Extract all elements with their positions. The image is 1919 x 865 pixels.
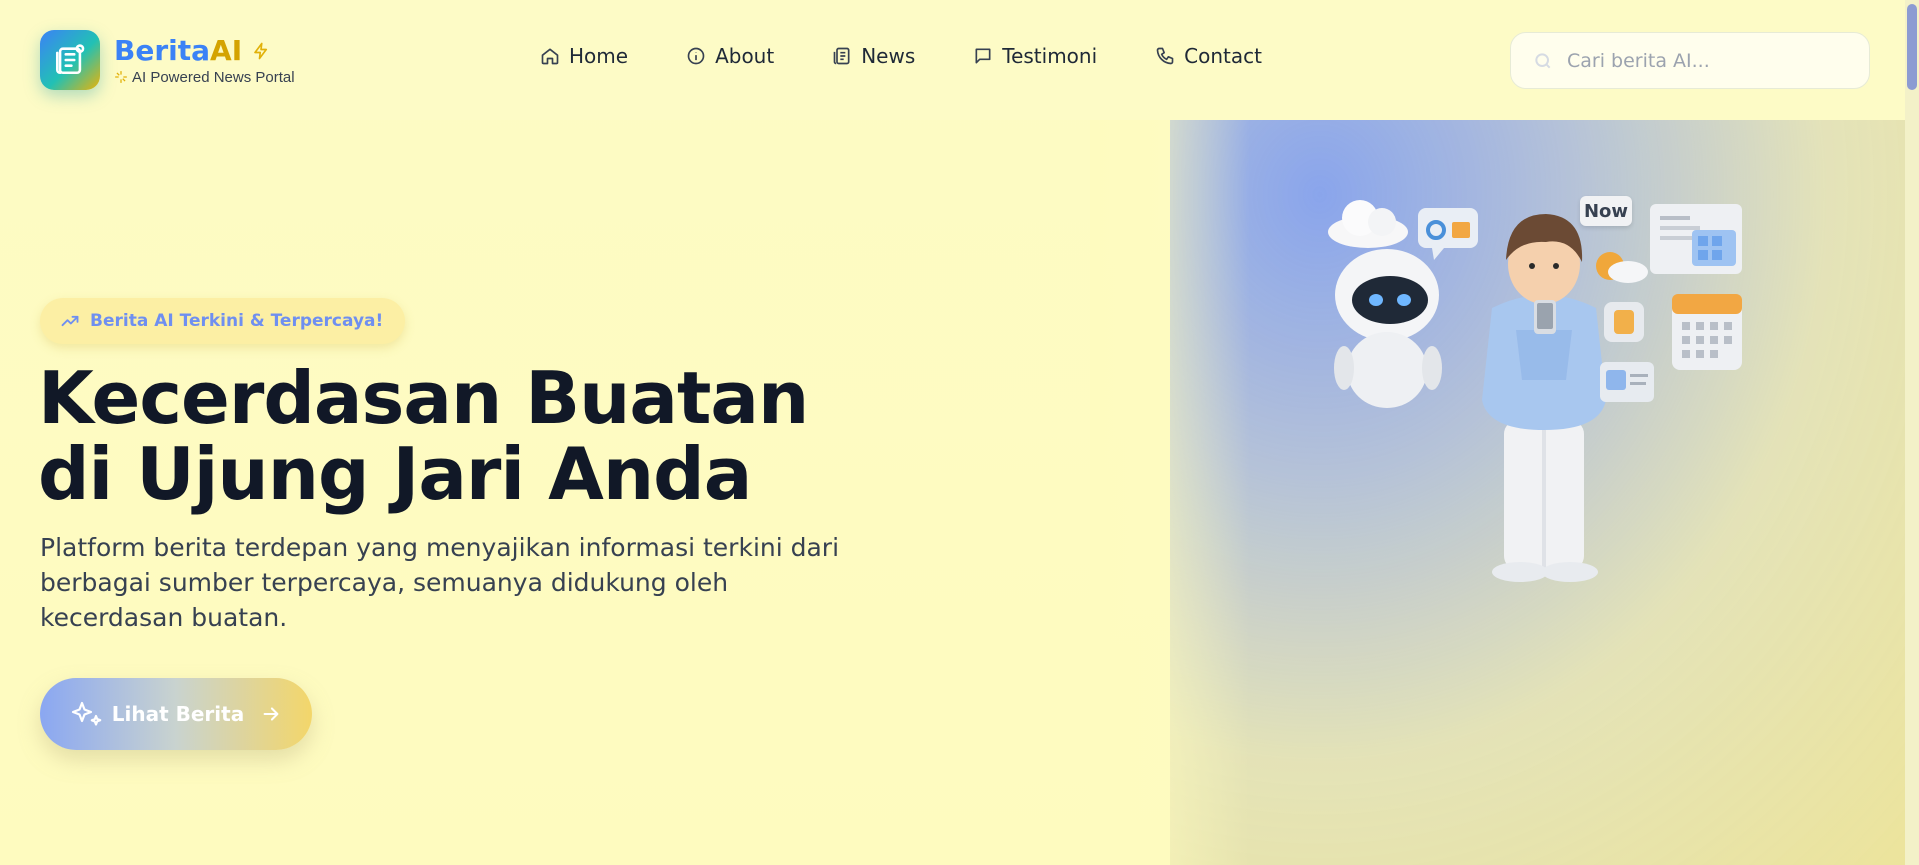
calendar-icon bbox=[1672, 294, 1742, 370]
brand-name: Berita AI bbox=[114, 33, 295, 67]
nav-item-news[interactable]: News bbox=[832, 44, 915, 68]
nav-item-testimoni[interactable]: Testimoni bbox=[973, 44, 1097, 68]
home-icon bbox=[541, 48, 559, 65]
nav-item-home[interactable]: Home bbox=[540, 44, 628, 68]
brand-tagline: AI Powered News Portal bbox=[114, 69, 295, 86]
chat-bubble-icon bbox=[1418, 208, 1478, 260]
header: Berita AI AI Powered News Portal Home Ab… bbox=[0, 0, 1905, 120]
scrollbar-thumb[interactable] bbox=[1907, 4, 1917, 90]
hero-description: Platform berita terdepan yang menyajikan… bbox=[40, 533, 840, 632]
main-nav: Home About News Testimoni Contact bbox=[540, 44, 1320, 68]
sparkle-icon bbox=[114, 70, 128, 84]
jar-icon bbox=[1604, 302, 1644, 342]
hero-illustration-fade bbox=[1090, 120, 1250, 865]
message-icon bbox=[975, 48, 991, 64]
nav-item-contact[interactable]: Contact bbox=[1155, 44, 1262, 68]
trending-up-icon bbox=[61, 315, 79, 327]
lightning-icon bbox=[252, 41, 270, 61]
nav-item-testimoni-label: Testimoni bbox=[1002, 44, 1098, 68]
now-tag: Now bbox=[1580, 196, 1632, 226]
brand-name-part1: Berita bbox=[114, 33, 211, 67]
nav-item-contact-label: Contact bbox=[1184, 44, 1262, 68]
search-box bbox=[1510, 32, 1870, 89]
view-news-button-label: Lihat Berita bbox=[111, 702, 245, 726]
nav-item-about-label: About bbox=[715, 44, 775, 68]
hero-title-line2: di Ujung Jari Anda bbox=[38, 432, 752, 516]
hero-badge: Berita AI Terkini & Terpercaya! bbox=[40, 298, 406, 344]
nav-item-home-label: Home bbox=[569, 44, 629, 68]
page: Now Berita AI AI Powered News Portal Hom… bbox=[0, 0, 1919, 865]
newspaper-icon bbox=[833, 47, 850, 65]
brand-name-part2: AI bbox=[210, 33, 243, 67]
weather-icon bbox=[1596, 252, 1648, 283]
hero-illustration bbox=[1328, 200, 1742, 582]
brand-logo[interactable]: Berita AI AI Powered News Portal bbox=[40, 30, 295, 90]
robot-icon bbox=[1334, 249, 1442, 408]
hero-badge-label: Berita AI Terkini & Terpercaya! bbox=[90, 311, 384, 331]
info-icon bbox=[687, 47, 705, 65]
id-card-icon bbox=[1600, 362, 1654, 402]
cloud-icon bbox=[1328, 200, 1408, 248]
person-icon bbox=[1482, 214, 1606, 582]
view-news-button[interactable]: Lihat Berita bbox=[40, 678, 312, 750]
brand-tagline-text: AI Powered News Portal bbox=[132, 68, 295, 86]
search-icon bbox=[1535, 52, 1551, 68]
search-input[interactable] bbox=[1567, 49, 1847, 72]
hero-title: Kecerdasan Buatan di Ujung Jari Anda bbox=[38, 360, 938, 512]
phone-icon bbox=[1156, 47, 1174, 65]
nav-item-news-label: News bbox=[861, 44, 916, 68]
scrollbar[interactable] bbox=[1905, 0, 1919, 865]
document-icon bbox=[1650, 204, 1742, 274]
newspaper-logo-icon bbox=[40, 30, 100, 90]
nav-item-about[interactable]: About bbox=[686, 44, 774, 68]
sparkles-icon bbox=[71, 701, 102, 726]
hero-title-line1: Kecerdasan Buatan bbox=[38, 356, 809, 440]
arrow-right-icon bbox=[263, 707, 279, 721]
